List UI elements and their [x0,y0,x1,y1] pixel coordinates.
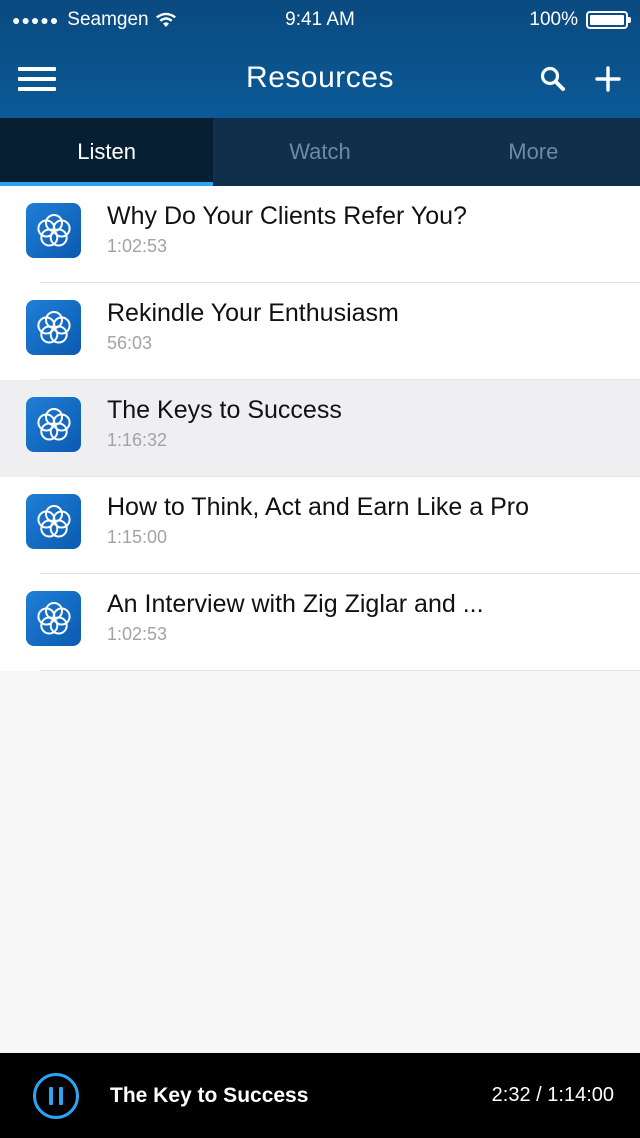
item-title: An Interview with Zig Ziglar and ... [107,590,484,618]
search-icon[interactable] [538,64,568,94]
now-playing-bar: The Key to Success 2:32 / 1:14:00 [0,1053,640,1138]
list-item[interactable]: The Keys to Success 1:16:32 [0,380,640,477]
list-item[interactable]: Why Do Your Clients Refer You? 1:02:53 [0,186,640,283]
flower-logo-icon [26,397,81,452]
list-item[interactable]: An Interview with Zig Ziglar and ... 1:0… [0,574,640,671]
nav-bar: Resources [0,40,640,118]
resource-list: Why Do Your Clients Refer You? 1:02:53 R… [0,186,640,671]
playback-time: 2:32 / 1:14:00 [491,1084,614,1106]
item-duration: 1:16:32 [107,430,168,450]
tab-bar: Listen Watch More [0,118,640,186]
item-duration: 1:02:53 [107,624,168,644]
battery-icon [586,11,631,29]
item-title: Why Do Your Clients Refer You? [107,202,467,230]
flower-logo-icon [26,494,81,549]
flower-logo-icon [26,203,81,258]
hamburger-menu-icon[interactable] [18,65,58,93]
item-duration: 1:15:00 [107,527,168,547]
header: ●●●●● Seamgen 9:41 AM 100% Resources [0,0,640,118]
item-duration: 56:03 [107,333,153,353]
item-duration: 1:02:53 [107,236,168,256]
list-item[interactable]: How to Think, Act and Earn Like a Pro 1:… [0,477,640,574]
status-right: 100% [529,0,631,40]
plus-icon[interactable] [592,62,624,94]
now-playing-title: The Key to Success [110,1084,309,1107]
pause-icon[interactable] [33,1073,79,1119]
tab-more[interactable]: More [427,118,640,186]
status-bar: ●●●●● Seamgen 9:41 AM 100% [0,0,640,40]
item-title: The Keys to Success [107,396,342,424]
tab-listen[interactable]: Listen [0,118,214,186]
item-title: How to Think, Act and Earn Like a Pro [107,493,529,521]
flower-logo-icon [26,591,81,646]
item-title: Rekindle Your Enthusiasm [107,299,399,327]
battery-percent: 100% [529,9,578,30]
tab-watch[interactable]: Watch [213,118,426,186]
flower-logo-icon [26,300,81,355]
list-item[interactable]: Rekindle Your Enthusiasm 56:03 [0,283,640,380]
app-screen: ●●●●● Seamgen 9:41 AM 100% Resources Lis… [0,0,640,1138]
